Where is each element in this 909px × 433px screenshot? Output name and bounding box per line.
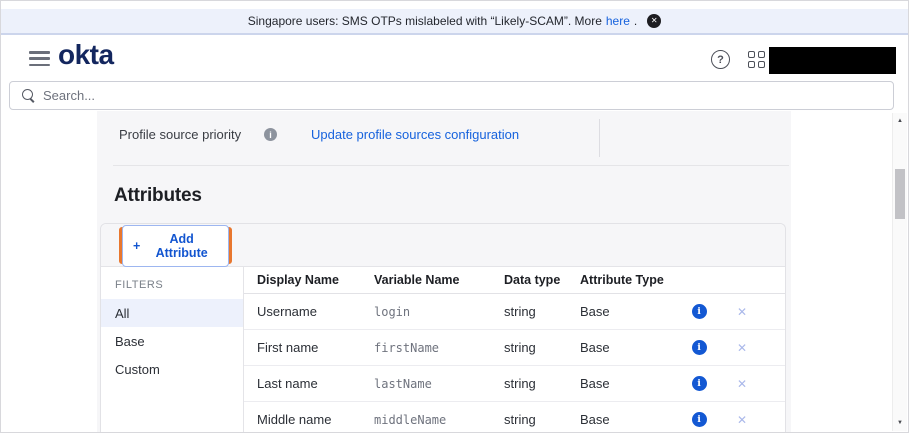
cell-display-name: Username: [244, 304, 374, 319]
cell-display-name: Last name: [244, 376, 374, 391]
banner-close-icon[interactable]: ✕: [647, 14, 661, 28]
cell-display-name: Middle name: [244, 412, 374, 427]
scroll-up-icon[interactable]: ▲: [893, 118, 907, 124]
profile-source-row: Profile source priority i Update profile…: [97, 111, 791, 165]
filter-item-custom[interactable]: Custom: [101, 355, 243, 383]
apps-grid-icon[interactable]: [748, 51, 765, 68]
cell-attribute-type: Base: [580, 376, 676, 391]
col-display-name: Display Name: [244, 273, 374, 287]
page-title: Attributes: [114, 185, 202, 207]
attributes-toolbar: + Add Attribute: [101, 224, 785, 267]
filter-item-all[interactable]: All: [101, 299, 243, 327]
filters-panel: FILTERS All Base Custom: [101, 267, 244, 433]
filter-item-base[interactable]: Base: [101, 327, 243, 355]
cell-variable-name: login: [374, 305, 504, 319]
add-attribute-button[interactable]: + Add Attribute: [122, 225, 229, 267]
col-data-type: Data type: [504, 273, 580, 287]
cell-data-type: string: [504, 412, 580, 427]
remove-icon[interactable]: ✕: [737, 305, 747, 319]
cell-attribute-type: Base: [580, 340, 676, 355]
remove-icon[interactable]: ✕: [737, 377, 747, 391]
cell-display-name: First name: [244, 340, 374, 355]
table-row: First name firstName string Base i ✕: [244, 330, 785, 366]
info-tooltip-icon[interactable]: i: [264, 128, 277, 141]
global-search: [9, 81, 894, 110]
table-row: Middle name middleName string Base i ✕: [244, 402, 785, 433]
app-window: Singapore users: SMS OTPs mislabeled wit…: [0, 0, 909, 433]
col-attribute-type: Attribute Type: [580, 273, 676, 287]
filters-heading: FILTERS: [101, 271, 243, 299]
notification-banner: Singapore users: SMS OTPs mislabeled wit…: [1, 9, 908, 35]
cell-attribute-type: Base: [580, 412, 676, 427]
horizontal-rule: [113, 165, 789, 166]
annotation-highlight-box: + Add Attribute: [119, 227, 232, 264]
banner-text: Singapore users: SMS OTPs mislabeled wit…: [248, 14, 602, 28]
attributes-body: FILTERS All Base Custom Display Name Var…: [101, 267, 785, 433]
search-input[interactable]: [43, 88, 827, 103]
vertical-scrollbar[interactable]: ▲ ▼: [892, 113, 907, 431]
table-row: Username login string Base i ✕: [244, 294, 785, 330]
redacted-account-area: [769, 47, 896, 74]
help-icon[interactable]: ?: [711, 50, 730, 69]
info-icon[interactable]: i: [692, 340, 707, 355]
plus-icon: +: [133, 239, 140, 253]
profile-source-label: Profile source priority: [119, 127, 241, 142]
okta-logo: okta: [58, 39, 114, 71]
table-header-row: Display Name Variable Name Data type Att…: [244, 267, 785, 294]
cell-variable-name: middleName: [374, 413, 504, 427]
scroll-down-icon[interactable]: ▼: [893, 420, 907, 426]
search-icon: [22, 89, 35, 102]
banner-text-suffix: .: [634, 14, 637, 28]
cell-variable-name: lastName: [374, 377, 504, 391]
cell-data-type: string: [504, 304, 580, 319]
top-bar: okta ?: [1, 37, 908, 79]
add-attribute-label: Add Attribute: [145, 232, 218, 260]
update-profile-sources-link[interactable]: Update profile sources configuration: [311, 127, 519, 142]
info-icon[interactable]: i: [692, 376, 707, 391]
info-icon[interactable]: i: [692, 304, 707, 319]
info-icon[interactable]: i: [692, 412, 707, 427]
remove-icon[interactable]: ✕: [737, 341, 747, 355]
remove-icon[interactable]: ✕: [737, 413, 747, 427]
section-divider: [599, 119, 600, 157]
cell-attribute-type: Base: [580, 304, 676, 319]
cell-data-type: string: [504, 340, 580, 355]
col-variable-name: Variable Name: [374, 273, 504, 287]
attributes-card: + Add Attribute FILTERS All Base Custom …: [100, 223, 786, 433]
table-row: Last name lastName string Base i ✕: [244, 366, 785, 402]
cell-data-type: string: [504, 376, 580, 391]
cell-variable-name: firstName: [374, 341, 504, 355]
banner-link[interactable]: here: [606, 14, 630, 28]
attributes-table: Display Name Variable Name Data type Att…: [244, 267, 785, 433]
scrollbar-thumb[interactable]: [895, 169, 905, 219]
main-content: Profile source priority i Update profile…: [97, 111, 791, 432]
hamburger-menu-icon[interactable]: [29, 51, 50, 66]
